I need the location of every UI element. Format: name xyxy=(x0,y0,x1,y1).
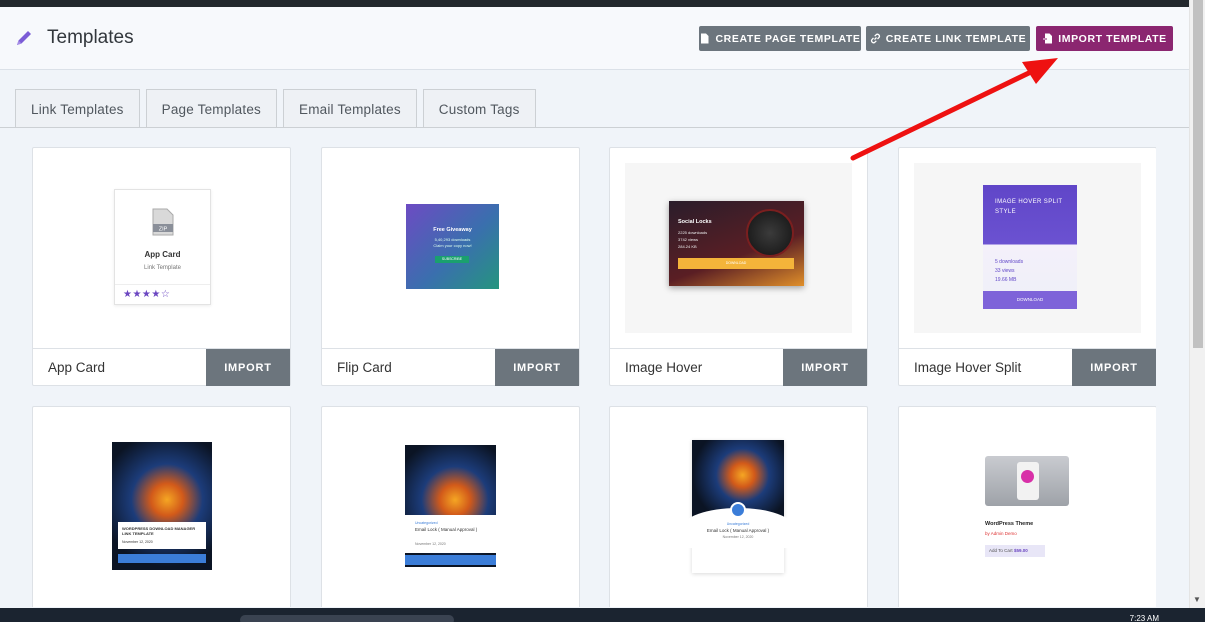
zip-file-icon: ZIP xyxy=(152,208,174,236)
wp-link-stats-bar xyxy=(118,554,206,563)
email-lock-title: Email Lock ( Manual Approval ) xyxy=(415,527,478,532)
rating-stars: ★★★★☆ xyxy=(115,284,210,305)
import-button[interactable]: IMPORT xyxy=(495,349,579,386)
card-footer: App Card IMPORT xyxy=(33,348,290,386)
taskbar-search[interactable] xyxy=(240,615,454,622)
tab-custom-tags[interactable]: Custom Tags xyxy=(422,89,536,128)
taskbar-clock: 7:23 AM xyxy=(1129,614,1159,622)
template-card-flip-card: Free Giveaway 5,40,293 downloads Claim y… xyxy=(321,147,580,386)
template-card-wp-link: WORDPRESS DOWNLOAD MANAGER LINK TEMPLATE… xyxy=(32,406,291,607)
product-author: by Admin Demo xyxy=(985,531,1017,536)
file-import-icon xyxy=(1042,33,1053,44)
template-card-image-hover: Social Locks 2225 downloads 3742 views 2… xyxy=(609,147,868,386)
decorative-graphic xyxy=(746,209,794,257)
template-tabs: Link Templates Page Templates Email Temp… xyxy=(15,89,536,128)
scroll-down-arrow-icon[interactable]: ▼ xyxy=(1193,595,1201,604)
os-taskbar: 7:23 AM xyxy=(0,608,1205,622)
template-name: App Card xyxy=(48,360,106,375)
import-button[interactable]: IMPORT xyxy=(783,349,867,386)
template-card-app-card: ZIP App Card Link Template ★★★★☆ App Car… xyxy=(32,147,291,386)
image-hover-split-downloads: 5 downloads xyxy=(995,259,1024,265)
product-title: WordPress Theme xyxy=(985,521,1034,527)
tab-email-templates[interactable]: Email Templates xyxy=(282,89,417,128)
tab-link-templates[interactable]: Link Templates xyxy=(15,89,140,128)
import-template-label: IMPORT TEMPLATE xyxy=(1058,32,1167,45)
create-link-template-label: CREATE LINK TEMPLATE xyxy=(885,32,1027,45)
image-hover-downloads: 2225 downloads xyxy=(678,230,708,235)
image-hover-split-thumbnail: IMAGE HOVER SPLIT STYLE 5 downloads 33 v… xyxy=(983,185,1077,309)
template-name: Image Hover Split xyxy=(914,360,1022,375)
create-page-template-label: CREATE PAGE TEMPLATE xyxy=(715,32,861,45)
page-title: Templates xyxy=(47,27,134,48)
wp-link-date: November 12, 2020 xyxy=(122,540,153,544)
template-name: Image Hover xyxy=(625,360,703,375)
card-footer: Flip Card IMPORT xyxy=(322,348,579,386)
app-card-thumbnail: ZIP App Card Link Template ★★★★☆ xyxy=(114,189,211,305)
app-card-subtitle: Link Template xyxy=(144,265,181,271)
email-lock-card-title: Email Lock ( Manual Approval ) xyxy=(706,528,770,533)
template-preview: WORDPRESS DOWNLOAD MANAGER LINK TEMPLATE… xyxy=(33,407,290,607)
flip-card-thumbnail: Free Giveaway 5,40,293 downloads Claim y… xyxy=(406,204,499,289)
template-preview: Social Locks 2225 downloads 3742 views 2… xyxy=(610,148,867,348)
wp-link-info-box: WORDPRESS DOWNLOAD MANAGER LINK TEMPLATE… xyxy=(118,522,206,549)
email-lock-category: Uncategorized xyxy=(415,521,438,525)
zip-label: ZIP xyxy=(159,227,168,233)
email-lock-card-thumbnail: Uncategorized Email Lock ( Manual Approv… xyxy=(682,440,794,573)
templates-grid: ZIP App Card Link Template ★★★★☆ App Car… xyxy=(32,147,1156,607)
link-icon xyxy=(870,33,880,44)
email-lock-card-logo xyxy=(730,502,746,518)
card-footer: Image Hover Split IMPORT xyxy=(899,348,1156,386)
image-hover-split-size: 19.66 MB xyxy=(995,277,1017,283)
template-card-email-lock-2: Uncategorized Email Lock ( Manual Approv… xyxy=(609,406,868,607)
template-card-email-lock-1: Uncategorized Email Lock ( Manual Approv… xyxy=(321,406,580,607)
scrollbar-thumb[interactable] xyxy=(1193,0,1203,348)
image-hover-split-button: DOWNLOAD xyxy=(983,291,1077,309)
email-lock-date: November 12, 2020 xyxy=(415,542,446,546)
pencil-icon xyxy=(17,31,31,45)
template-preview: WordPress Theme by Admin Demo Add To Car… xyxy=(899,407,1156,607)
email-lock-thumbnail: Uncategorized Email Lock ( Manual Approv… xyxy=(405,445,496,567)
card-footer: Image Hover IMPORT xyxy=(610,348,867,386)
image-hover-title: Social Locks xyxy=(678,219,712,225)
flip-card-line-2: Claim your copy now! xyxy=(433,243,472,248)
image-hover-thumbnail: Social Locks 2225 downloads 3742 views 2… xyxy=(669,201,804,286)
vertical-scrollbar[interactable]: ▼ xyxy=(1189,0,1205,608)
template-name: Flip Card xyxy=(337,360,392,375)
flip-card-button: SUBSCRIBE xyxy=(435,256,469,263)
template-card-image-hover-split: IMAGE HOVER SPLIT STYLE 5 downloads 33 v… xyxy=(898,147,1156,386)
image-hover-size: 284.24 KB xyxy=(678,244,697,249)
add-to-cart-label: Add To Cart xyxy=(989,548,1013,553)
template-preview: ZIP App Card Link Template ★★★★☆ xyxy=(33,148,290,348)
image-hover-split-title: IMAGE HOVER SPLIT STYLE xyxy=(995,199,1063,215)
create-link-template-button[interactable]: CREATE LINK TEMPLATE xyxy=(866,26,1030,51)
email-lock-card-category: Uncategorized xyxy=(726,522,750,526)
app-card-title: App Card xyxy=(144,250,181,259)
flip-card-title: Free Giveaway xyxy=(433,227,472,233)
import-button[interactable]: IMPORT xyxy=(1072,349,1156,386)
product-price: $59.00 xyxy=(1013,548,1028,553)
template-preview: IMAGE HOVER SPLIT STYLE 5 downloads 33 v… xyxy=(899,148,1156,348)
tab-page-templates[interactable]: Page Templates xyxy=(145,89,277,128)
image-hover-views: 3742 views xyxy=(678,237,699,242)
wp-link-title: WORDPRESS DOWNLOAD MANAGER LINK TEMPLATE xyxy=(122,526,196,536)
page-header: Templates CREATE PAGE TEMPLATE CREATE LI… xyxy=(0,7,1189,70)
admin-top-bar xyxy=(0,0,1205,7)
image-hover-button: DOWNLOAD xyxy=(678,258,794,269)
email-lock-card-date: November 12, 2020 xyxy=(722,535,754,539)
email-lock-info-box: Uncategorized Email Lock ( Manual Approv… xyxy=(405,515,496,553)
tabs-divider xyxy=(0,127,1189,128)
import-button[interactable]: IMPORT xyxy=(206,349,290,386)
template-preview: Uncategorized Email Lock ( Manual Approv… xyxy=(322,407,579,607)
wp-link-template-thumbnail: WORDPRESS DOWNLOAD MANAGER LINK TEMPLATE… xyxy=(112,442,212,570)
email-lock-stats-bar xyxy=(405,555,496,565)
import-template-button[interactable]: IMPORT TEMPLATE xyxy=(1036,26,1173,51)
template-preview: Uncategorized Email Lock ( Manual Approv… xyxy=(610,407,867,607)
add-to-cart-preview: Add To Cart $59.00 xyxy=(985,545,1045,557)
template-card-wordpress-theme: WordPress Theme by Admin Demo Add To Car… xyxy=(898,406,1156,607)
image-hover-split-views: 33 views xyxy=(995,268,1015,274)
document-icon xyxy=(701,33,709,44)
shirt-logo xyxy=(1021,470,1034,483)
create-page-template-button[interactable]: CREATE PAGE TEMPLATE xyxy=(699,26,861,51)
template-preview: Free Giveaway 5,40,293 downloads Claim y… xyxy=(322,148,579,348)
